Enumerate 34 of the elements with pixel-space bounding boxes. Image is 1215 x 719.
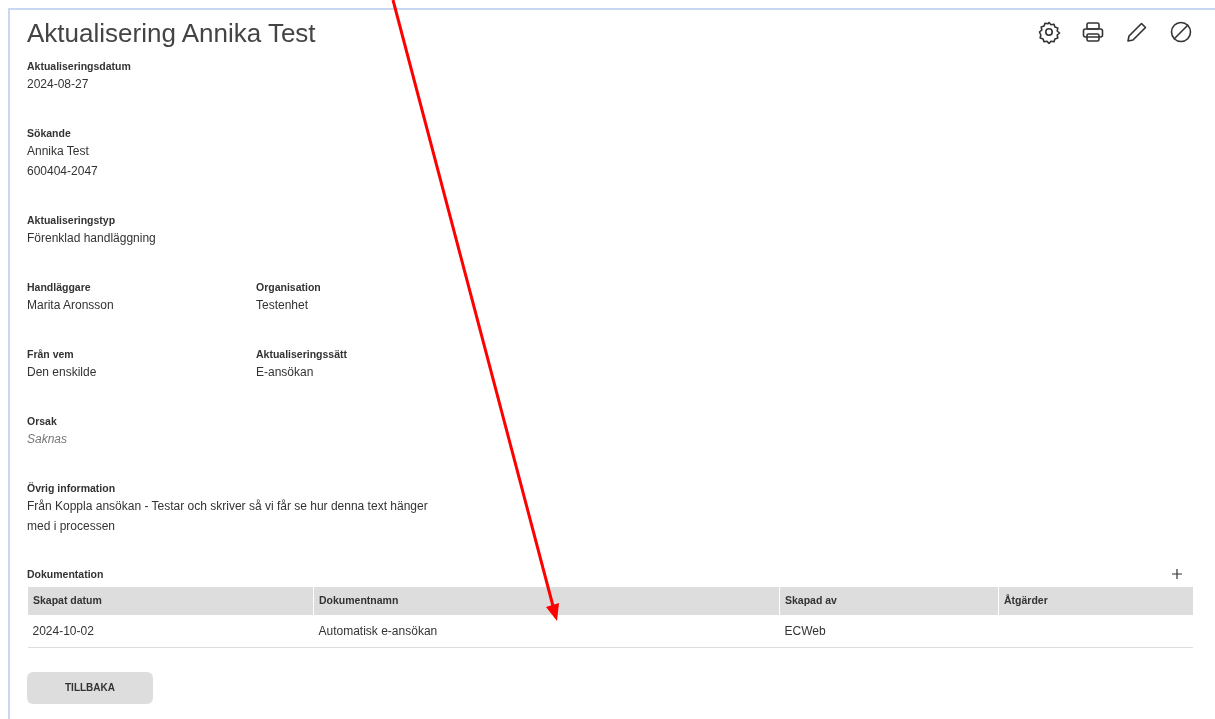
field-label: Övrig information <box>27 481 117 496</box>
field-label: Handläggare <box>27 280 92 295</box>
field-value: 600404-2047 <box>27 163 99 180</box>
field-label: Aktualiseringsdatum <box>27 59 132 74</box>
field-value: Från Koppla ansökan - Testar och skriver så vi får se hur denna text hänger med i processen <box>27 498 429 535</box>
section-title: Dokumentation <box>27 567 104 582</box>
field-value: 2024-08-27 <box>27 76 90 93</box>
field-value: Den enskilde <box>27 364 98 381</box>
field-label: Aktualiseringssätt <box>256 347 349 362</box>
field-value: Saknas <box>27 431 69 448</box>
field-value: Annika Test <box>27 143 90 160</box>
table-cell: 2024-10-02 <box>27 614 314 647</box>
back-button[interactable]: TILLBAKA <box>27 671 153 704</box>
field-value: Förenklad handläggning <box>27 230 157 247</box>
column-header: Skapat datum <box>27 586 314 615</box>
page-title: Aktualisering Annika Test <box>27 17 316 50</box>
field-value: Testenhet <box>256 297 310 314</box>
column-header: Skapad av <box>779 586 999 615</box>
field-label: Organisation <box>256 280 322 295</box>
field-label: Orsak <box>27 414 58 429</box>
table-cell: Automatisk e-ansökan <box>313 614 780 647</box>
table-cell: ECWeb <box>779 614 999 647</box>
column-header: Dokumentnamn <box>313 586 780 615</box>
edit-icon[interactable] <box>1125 20 1149 44</box>
cancel-icon[interactable] <box>1169 20 1193 44</box>
field-value: Marita Aronsson <box>27 297 115 314</box>
field-label: Sökande <box>27 126 72 141</box>
column-header: Åtgärder <box>998 586 1193 615</box>
add-icon[interactable] <box>1171 567 1183 580</box>
field-value: E-ansökan <box>256 364 315 381</box>
field-label: Från vem <box>27 347 75 362</box>
field-label: Aktualiseringstyp <box>27 213 117 228</box>
settings-icon[interactable] <box>1037 20 1061 44</box>
print-icon[interactable] <box>1081 20 1105 44</box>
